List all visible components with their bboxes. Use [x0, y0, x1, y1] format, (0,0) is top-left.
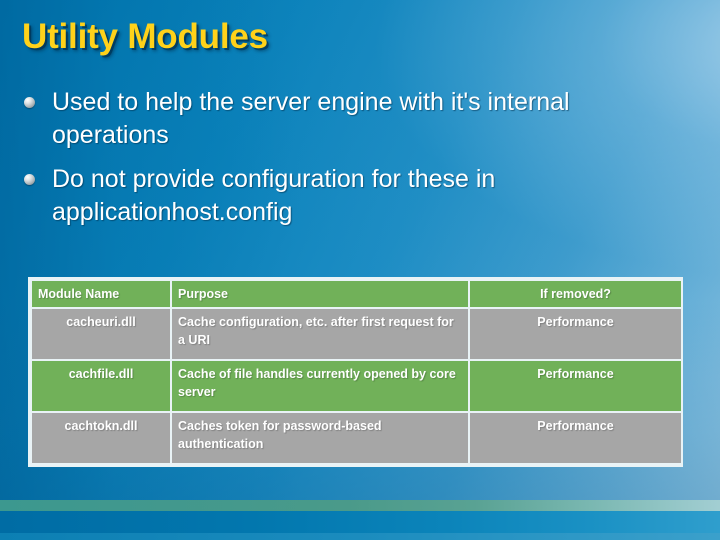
cell-purpose: Cache of file handles currently opened b…: [172, 361, 468, 412]
footer-accent-band-green: [0, 500, 720, 511]
cell-module-name: cachfile.dll: [32, 361, 170, 412]
cell-if-removed: Performance: [470, 413, 681, 464]
table-row: cachfile.dll Cache of file handles curre…: [32, 361, 681, 412]
table-header: Module Name Purpose If removed?: [32, 281, 681, 308]
cell-module-name: cacheuri.dll: [32, 309, 170, 360]
footer-band-bottom: [0, 533, 720, 540]
cell-if-removed: Performance: [470, 309, 681, 360]
bullet-list: Used to help the server engine with it's…: [24, 86, 656, 240]
sphere-bullet-icon: [24, 97, 35, 108]
cell-purpose: Cache configuration, etc. after first re…: [172, 309, 468, 360]
table-header-row: Module Name Purpose If removed?: [32, 281, 681, 308]
utility-modules-table: Module Name Purpose If removed? cacheuri…: [28, 277, 683, 468]
cell-purpose: Caches token for password-based authenti…: [172, 413, 468, 464]
header-purpose: Purpose: [172, 281, 468, 308]
cell-if-removed: Performance: [470, 361, 681, 412]
table-row: cacheuri.dll Cache configuration, etc. a…: [32, 309, 681, 360]
slide-canvas: Utility Modules Used to help the server …: [0, 0, 720, 540]
bullet-item: Used to help the server engine with it's…: [24, 86, 656, 151]
bullet-text: Do not provide configuration for these i…: [52, 165, 496, 226]
header-if-removed: If removed?: [470, 281, 681, 308]
table-body: cacheuri.dll Cache configuration, etc. a…: [32, 309, 681, 464]
header-module-name: Module Name: [32, 281, 170, 308]
table-row: cachtokn.dll Caches token for password-b…: [32, 413, 681, 464]
sphere-bullet-icon: [24, 174, 35, 185]
cell-module-name: cachtokn.dll: [32, 413, 170, 464]
bullet-item: Do not provide configuration for these i…: [24, 163, 656, 228]
footer-band-blue: [0, 511, 720, 533]
bullet-text: Used to help the server engine with it's…: [52, 88, 570, 149]
slide-title: Utility Modules: [22, 17, 268, 56]
